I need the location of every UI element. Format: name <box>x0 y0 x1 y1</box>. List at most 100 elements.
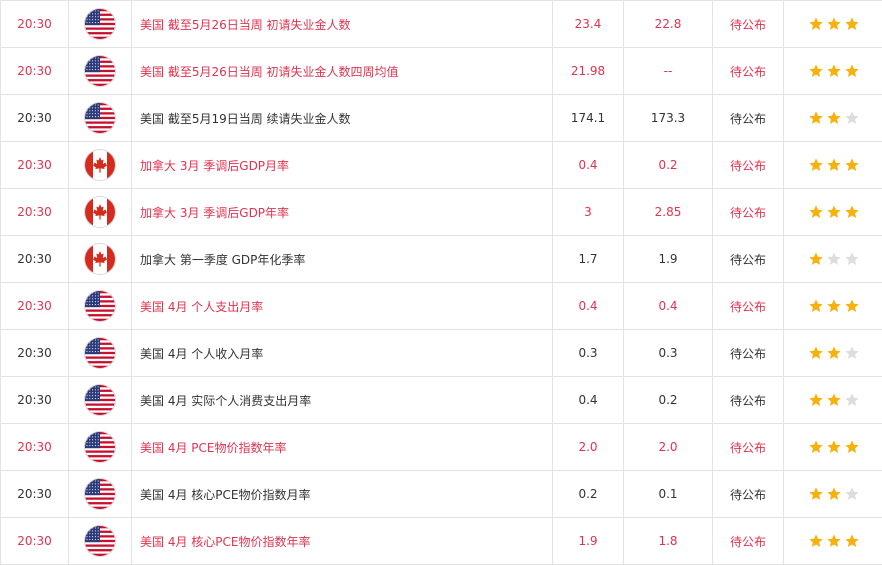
importance-rating <box>784 95 882 142</box>
country-flag-cell <box>69 330 132 377</box>
release-time: 20:30 <box>1 377 69 424</box>
actual-value: 待公布 <box>713 283 784 330</box>
event-name[interactable]: 美国 截至5月26日当周 初请失业金人数 <box>132 1 553 48</box>
table-row[interactable]: 20:30 美国 4月 核心PCE物价指数年率 1.9 1.8 待公布 <box>1 518 882 565</box>
canada-flag-icon <box>85 244 115 274</box>
star-filled-icon <box>808 63 824 79</box>
table-row[interactable]: 20:30 加拿大 第一季度 GDP年化季率 1.7 1.9 待公布 <box>1 236 882 283</box>
actual-value: 待公布 <box>713 189 784 236</box>
table-row[interactable]: 20:30 加拿大 3月 季调后GDP年率 3 2.85 待公布 <box>1 189 882 236</box>
star-filled-icon <box>844 204 860 220</box>
release-time: 20:30 <box>1 142 69 189</box>
star-filled-icon <box>808 251 824 267</box>
table-row[interactable]: 20:30 美国 4月 个人收入月率 0.3 0.3 待公布 <box>1 330 882 377</box>
star-filled-icon <box>826 110 842 126</box>
star-empty-icon <box>844 110 860 126</box>
importance-rating <box>784 377 882 424</box>
forecast-value: 22.8 <box>624 1 713 48</box>
previous-value: 21.98 <box>553 48 624 95</box>
actual-value: 待公布 <box>713 95 784 142</box>
star-empty-icon <box>844 345 860 361</box>
us-flag-icon <box>85 479 115 509</box>
star-empty-icon <box>844 251 860 267</box>
previous-value: 1.7 <box>553 236 624 283</box>
actual-value: 待公布 <box>713 518 784 565</box>
star-filled-icon <box>808 345 824 361</box>
star-filled-icon <box>826 533 842 549</box>
previous-value: 0.2 <box>553 471 624 518</box>
forecast-value: 1.9 <box>624 236 713 283</box>
forecast-value: 2.0 <box>624 424 713 471</box>
release-time: 20:30 <box>1 330 69 377</box>
previous-value: 0.4 <box>553 283 624 330</box>
table-row[interactable]: 20:30 美国 截至5月26日当周 初请失业金人数 23.4 22.8 待公布 <box>1 1 882 48</box>
event-name[interactable]: 美国 4月 个人支出月率 <box>132 283 553 330</box>
table-row[interactable]: 20:30 美国 截至5月19日当周 续请失业金人数 174.1 173.3 待… <box>1 95 882 142</box>
star-filled-icon <box>826 486 842 502</box>
importance-rating <box>784 330 882 377</box>
previous-value: 23.4 <box>553 1 624 48</box>
release-time: 20:30 <box>1 471 69 518</box>
previous-value: 0.4 <box>553 377 624 424</box>
release-time: 20:30 <box>1 48 69 95</box>
actual-value: 待公布 <box>713 330 784 377</box>
previous-value: 3 <box>553 189 624 236</box>
country-flag-cell <box>69 189 132 236</box>
event-name[interactable]: 美国 4月 实际个人消费支出月率 <box>132 377 553 424</box>
us-flag-icon <box>85 338 115 368</box>
country-flag-cell <box>69 142 132 189</box>
event-name[interactable]: 加拿大 3月 季调后GDP月率 <box>132 142 553 189</box>
country-flag-cell <box>69 424 132 471</box>
event-name[interactable]: 美国 截至5月19日当周 续请失业金人数 <box>132 95 553 142</box>
us-flag-icon <box>85 103 115 133</box>
forecast-value: 173.3 <box>624 95 713 142</box>
star-filled-icon <box>826 157 842 173</box>
actual-value: 待公布 <box>713 1 784 48</box>
previous-value: 1.9 <box>553 518 624 565</box>
canada-flag-icon <box>85 150 115 180</box>
star-filled-icon <box>844 63 860 79</box>
event-name[interactable]: 美国 4月 核心PCE物价指数年率 <box>132 518 553 565</box>
star-filled-icon <box>826 16 842 32</box>
star-filled-icon <box>826 298 842 314</box>
star-filled-icon <box>808 392 824 408</box>
economic-calendar-table: 20:30 美国 截至5月26日当周 初请失业金人数 23.4 22.8 待公布… <box>0 0 882 565</box>
importance-rating <box>784 189 882 236</box>
table-row[interactable]: 20:30 加拿大 3月 季调后GDP月率 0.4 0.2 待公布 <box>1 142 882 189</box>
star-filled-icon <box>808 204 824 220</box>
event-name[interactable]: 美国 4月 个人收入月率 <box>132 330 553 377</box>
release-time: 20:30 <box>1 95 69 142</box>
previous-value: 0.4 <box>553 142 624 189</box>
actual-value: 待公布 <box>713 48 784 95</box>
country-flag-cell <box>69 48 132 95</box>
us-flag-icon <box>85 56 115 86</box>
importance-rating <box>784 424 882 471</box>
table-row[interactable]: 20:30 美国 4月 个人支出月率 0.4 0.4 待公布 <box>1 283 882 330</box>
previous-value: 2.0 <box>553 424 624 471</box>
star-filled-icon <box>808 298 824 314</box>
importance-rating <box>784 48 882 95</box>
country-flag-cell <box>69 95 132 142</box>
release-time: 20:30 <box>1 518 69 565</box>
us-flag-icon <box>85 291 115 321</box>
calendar-rows: 20:30 美国 截至5月26日当周 初请失业金人数 23.4 22.8 待公布… <box>1 1 882 565</box>
event-name[interactable]: 加拿大 第一季度 GDP年化季率 <box>132 236 553 283</box>
event-name[interactable]: 美国 4月 核心PCE物价指数月率 <box>132 471 553 518</box>
event-name[interactable]: 加拿大 3月 季调后GDP年率 <box>132 189 553 236</box>
release-time: 20:30 <box>1 283 69 330</box>
table-row[interactable]: 20:30 美国 截至5月26日当周 初请失业金人数四周均值 21.98 -- … <box>1 48 882 95</box>
release-time: 20:30 <box>1 189 69 236</box>
actual-value: 待公布 <box>713 424 784 471</box>
table-row[interactable]: 20:30 美国 4月 PCE物价指数年率 2.0 2.0 待公布 <box>1 424 882 471</box>
event-name[interactable]: 美国 4月 PCE物价指数年率 <box>132 424 553 471</box>
country-flag-cell <box>69 283 132 330</box>
event-name[interactable]: 美国 截至5月26日当周 初请失业金人数四周均值 <box>132 48 553 95</box>
star-filled-icon <box>826 204 842 220</box>
table-row[interactable]: 20:30 美国 4月 实际个人消费支出月率 0.4 0.2 待公布 <box>1 377 882 424</box>
previous-value: 174.1 <box>553 95 624 142</box>
star-filled-icon <box>808 157 824 173</box>
actual-value: 待公布 <box>713 377 784 424</box>
table-row[interactable]: 20:30 美国 4月 核心PCE物价指数月率 0.2 0.1 待公布 <box>1 471 882 518</box>
country-flag-cell <box>69 518 132 565</box>
star-filled-icon <box>808 16 824 32</box>
